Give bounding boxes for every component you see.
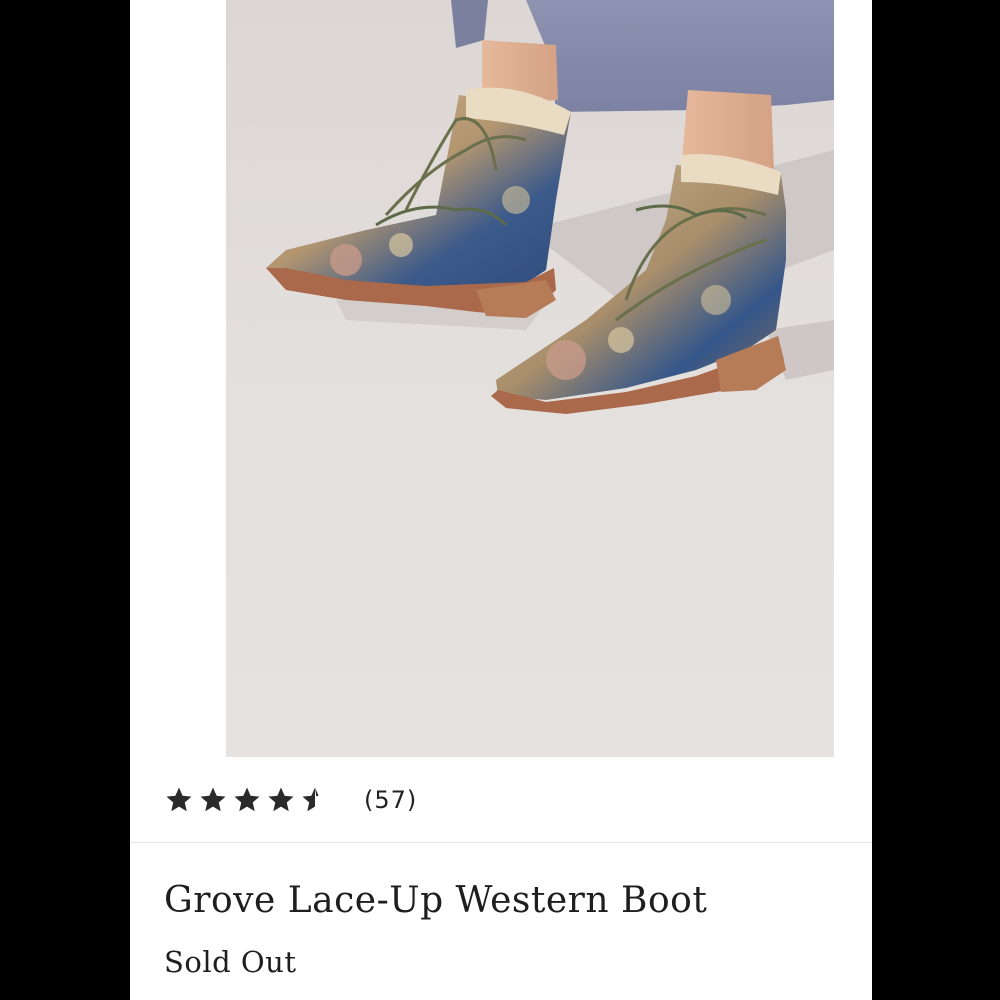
product-image[interactable] xyxy=(226,0,834,757)
star-full-icon xyxy=(198,785,228,815)
star-full-icon xyxy=(266,785,296,815)
product-card: (57) Grove Lace-Up Western Boot Sold Out xyxy=(130,0,872,1000)
availability-status: Sold Out xyxy=(164,945,297,979)
star-full-icon xyxy=(164,785,194,815)
boots-illustration xyxy=(266,0,834,414)
star-rating xyxy=(164,785,330,815)
review-count[interactable]: (57) xyxy=(364,786,417,814)
divider xyxy=(130,842,872,843)
star-half-icon xyxy=(300,785,330,815)
rating-row[interactable]: (57) xyxy=(164,780,417,820)
star-full-icon xyxy=(232,785,262,815)
product-title: Grove Lace-Up Western Boot xyxy=(164,880,708,921)
